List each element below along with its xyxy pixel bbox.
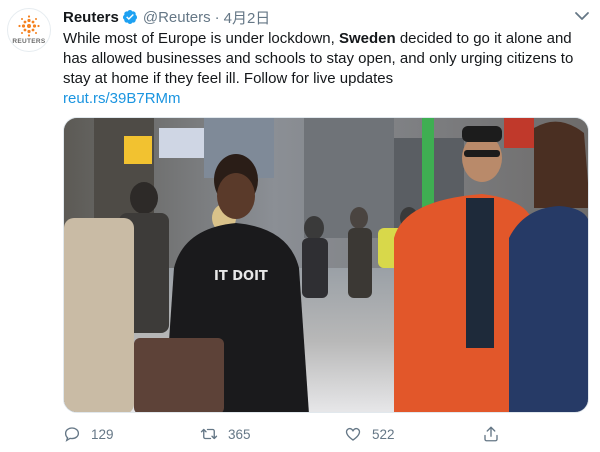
tweet-video-thumbnail[interactable]: IT DOIT	[63, 117, 589, 413]
reuters-logo-icon	[18, 15, 40, 37]
avatar-logo-text: REUTERS	[12, 38, 46, 45]
share-action[interactable]	[482, 423, 500, 445]
author-avatar[interactable]: REUTERS	[7, 8, 51, 52]
tweet-text: While most of Europe is under lockdown, …	[63, 29, 591, 109]
tweet-text-bold: Sweden	[338, 30, 396, 47]
header-separator: ·	[214, 8, 220, 26]
reply-icon	[64, 427, 80, 442]
share-icon	[484, 426, 498, 442]
tweet-text-part1: While most of Europe is under lockdown,	[63, 30, 339, 47]
retweet-count: 365	[228, 426, 251, 442]
author-name[interactable]: Reuters	[63, 9, 119, 26]
tweet-link[interactable]: reut.rs/39B7RMm	[63, 90, 181, 107]
author-handle[interactable]: @Reuters	[143, 9, 211, 26]
like-count: 522	[372, 426, 395, 442]
verified-badge-icon	[122, 10, 137, 24]
tweet-actions: 129 365 522	[63, 423, 583, 445]
retweet-icon	[200, 428, 218, 440]
video-overlay-text: IT DOIT	[214, 269, 268, 284]
tweet-header: Reuters @Reuters · 4月2日	[63, 7, 271, 28]
video-scene: IT DOIT	[64, 118, 588, 412]
reply-action[interactable]: 129	[63, 423, 114, 445]
reply-count: 129	[91, 426, 114, 442]
retweet-action[interactable]: 365	[200, 423, 251, 445]
like-icon	[345, 427, 361, 441]
tweet-date[interactable]: 4月2日	[224, 7, 271, 28]
caret-down-icon[interactable]	[574, 10, 590, 22]
like-action[interactable]: 522	[344, 423, 395, 445]
